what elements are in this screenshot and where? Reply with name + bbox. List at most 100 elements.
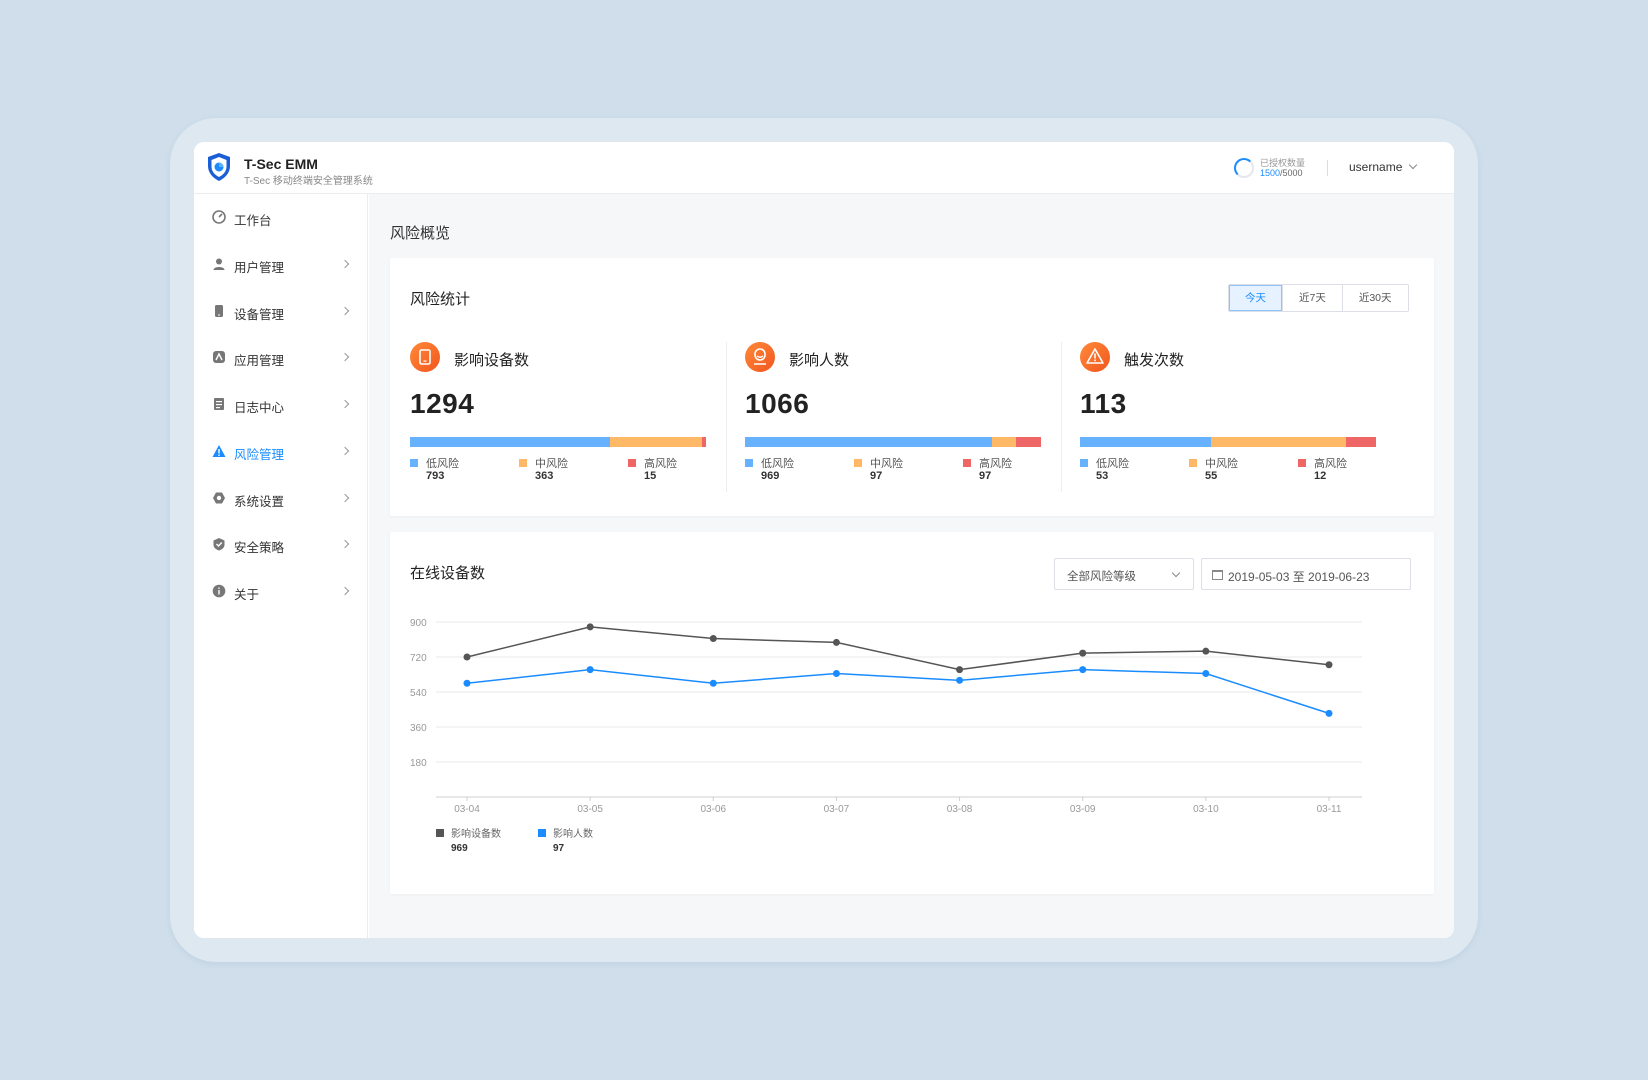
legend-value: 12 (1314, 470, 1327, 482)
data-point (832, 670, 840, 678)
data-point (709, 635, 717, 643)
legend-swatch (519, 459, 527, 467)
legend-swatch (538, 829, 546, 837)
stat-name: 影响人数 (789, 352, 850, 369)
sidebar-item-6[interactable]: 系统设置 (194, 479, 368, 519)
sidebar-item-label: 日志中心 (234, 401, 285, 415)
risk-stats-title: 风险统计 (410, 291, 471, 308)
bar-segment-mid (991, 437, 1017, 447)
chevron-right-icon (340, 446, 350, 456)
app-window: T-Sec EMM T-Sec 移动终端安全管理系统 已授权数量 1500/50… (194, 142, 1454, 938)
legend-swatch (1080, 459, 1088, 467)
bar-segment-low (1080, 437, 1211, 447)
chevron-down-icon (1409, 160, 1418, 170)
sidebar-item-8[interactable]: 关于 (194, 572, 368, 612)
license-value: 1500/5000 (1260, 168, 1303, 178)
dashboard-icon (212, 210, 226, 224)
app-icon (213, 351, 225, 363)
data-point (1079, 666, 1087, 674)
sidebar-item-5[interactable]: 风险管理 (194, 432, 368, 472)
legend-label: 低风险 (1096, 458, 1129, 470)
legend-swatch (436, 829, 444, 837)
data-point (586, 623, 594, 631)
legend-label: 中风险 (535, 458, 568, 470)
legend-swatch (963, 459, 971, 467)
data-point (463, 679, 471, 687)
stat-total: 1066 (745, 388, 810, 419)
settings-icon (213, 492, 225, 504)
sidebar-item-label: 用户管理 (234, 261, 285, 275)
range-today-button[interactable]: 今天 (1229, 285, 1282, 311)
legend-series-name: 影响人数 (553, 827, 593, 840)
stat-card-2: 触发次数 113 低风险 53 中风险 55 高风险 12 (1080, 342, 1376, 492)
username: username (1349, 160, 1403, 174)
data-point (1202, 647, 1210, 655)
y-tick-label: 900 (410, 618, 427, 629)
user-icon (213, 258, 225, 270)
time-range-toggle: 今天 近7天 近30天 (1228, 284, 1409, 312)
sidebar-item-1[interactable]: 用户管理 (194, 245, 368, 285)
data-point (956, 676, 964, 684)
chevron-right-icon (340, 539, 350, 549)
data-point (1079, 649, 1087, 657)
legend-series-value: 969 (451, 843, 468, 854)
sidebar-item-label: 应用管理 (234, 354, 285, 368)
license-ring-icon (1234, 158, 1254, 178)
chevron-right-icon (340, 493, 350, 503)
sidebar-item-2[interactable]: 设备管理 (194, 292, 368, 332)
data-point (463, 653, 471, 661)
stat-card-0: 影响设备数 1294 低风险 793 中风险 363 高风险 15 (410, 342, 706, 492)
log-icon (214, 398, 224, 410)
stat-divider (1061, 342, 1062, 492)
main-content: 风险概览 风险统计 今天 近7天 近30天 影响设备数 1294 低风险 793 中风险… (369, 194, 1454, 938)
chevron-right-icon (340, 399, 350, 409)
series-line-0 (466, 626, 1330, 671)
stat-name: 触发次数 (1124, 352, 1185, 369)
sidebar: 工作台用户管理设备管理应用管理日志中心风险管理系统设置安全策略关于 (194, 194, 368, 938)
app-subtitle: T-Sec 移动终端安全管理系统 (244, 176, 373, 187)
data-point (1325, 661, 1333, 669)
legend-label: 中风险 (1205, 458, 1238, 470)
stat-total: 1294 (410, 388, 475, 419)
online-devices-card: 在线设备数 全部风险等级 2019-05-03 至 2019-06-23 180… (390, 532, 1434, 894)
page-title: 风险概览 (390, 225, 451, 242)
legend-swatch (854, 459, 862, 467)
risk-distribution-bar (410, 437, 706, 447)
x-tick-label: 03-09 (1070, 804, 1096, 815)
range-30days-button[interactable]: 近30天 (1341, 285, 1408, 311)
x-tick-label: 03-05 (577, 804, 603, 815)
sidebar-item-3[interactable]: 应用管理 (194, 338, 368, 378)
bar-segment-mid (1210, 437, 1347, 447)
app-title: T-Sec EMM (244, 156, 318, 172)
info-icon (212, 584, 226, 598)
license-used: 1500 (1260, 168, 1281, 178)
top-header: T-Sec EMM T-Sec 移动终端安全管理系统 已授权数量 1500/50… (194, 142, 1454, 194)
y-tick-label: 540 (410, 688, 427, 699)
stat-card-1: 影响人数 1066 低风险 969 中风险 97 高风险 97 (745, 342, 1041, 492)
legend-label: 中风险 (870, 458, 903, 470)
stat-divider (726, 342, 727, 492)
data-point (956, 666, 964, 674)
risk-distribution-bar (1080, 437, 1376, 447)
legend-value: 55 (1205, 470, 1218, 482)
sidebar-item-0[interactable]: 工作台 (194, 198, 368, 238)
data-point (832, 638, 840, 646)
chevron-right-icon (340, 306, 350, 316)
x-tick-label: 03-07 (824, 804, 850, 815)
header-divider (1327, 160, 1328, 176)
sidebar-item-4[interactable]: 日志中心 (194, 385, 368, 425)
legend-swatch (410, 459, 418, 467)
sidebar-item-7[interactable]: 安全策略 (194, 525, 368, 565)
legend-value: 97 (870, 470, 883, 482)
legend-label: 高风险 (1314, 458, 1347, 470)
legend-label: 低风险 (426, 458, 459, 470)
data-point (1325, 709, 1333, 717)
legend-swatch (628, 459, 636, 467)
user-menu[interactable]: username (1349, 160, 1418, 174)
sidebar-item-label: 关于 (234, 588, 260, 602)
legend-value: 15 (644, 470, 657, 482)
device-icon (215, 305, 223, 317)
legend-series-name: 影响设备数 (451, 827, 501, 840)
bar-segment-low (745, 437, 992, 447)
range-7days-button[interactable]: 近7天 (1282, 285, 1342, 311)
